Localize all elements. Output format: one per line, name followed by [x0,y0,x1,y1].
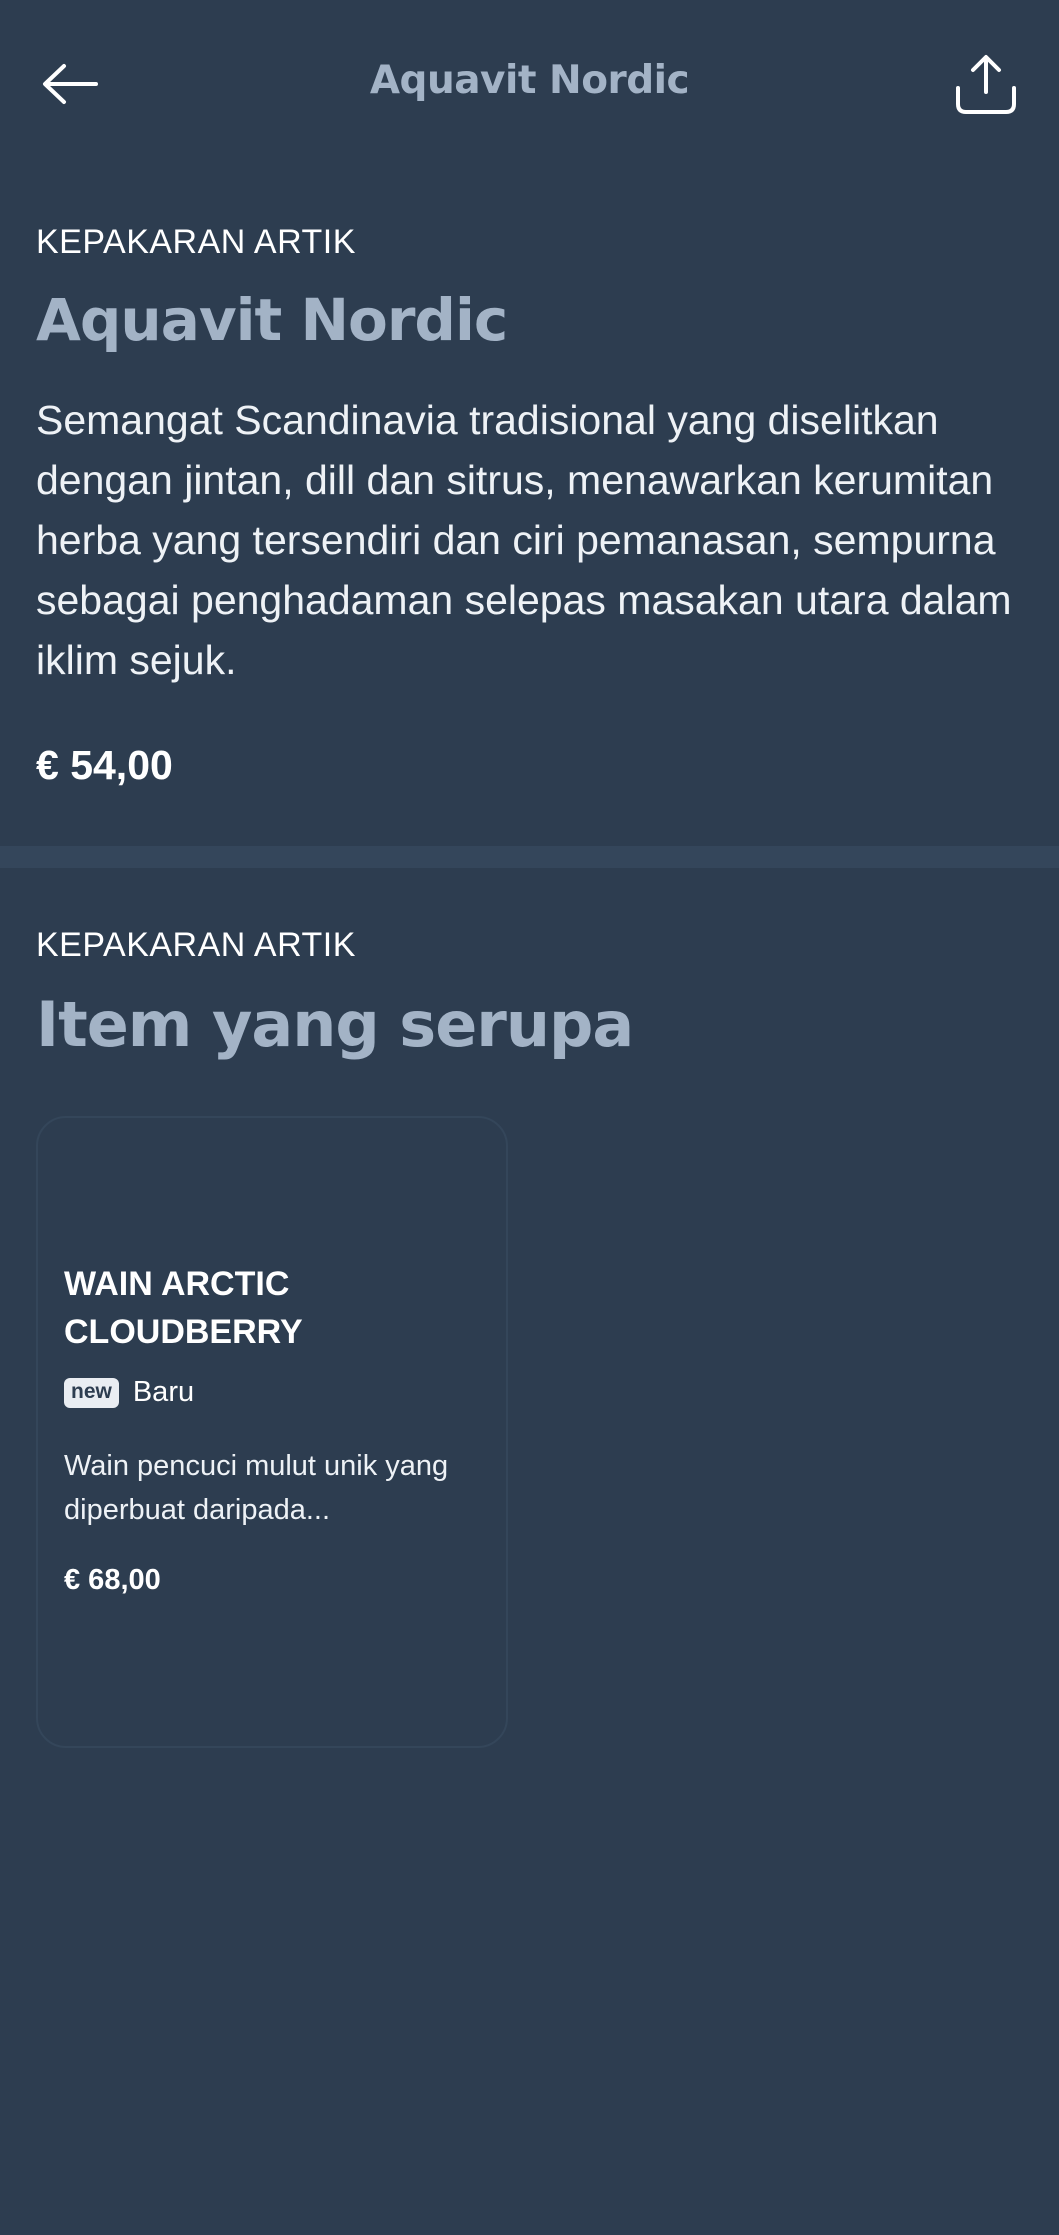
product-description: Semangat Scandinavia tradisional yang di… [36,397,1012,683]
card-item-price: € 68,00 [64,1564,161,1596]
card-item-name: WAIN ARCTIC CLOUDBERRY [64,1265,303,1351]
page-title: Aquavit Nordic [369,58,690,103]
section-divider [0,846,1059,868]
card-item-description: Wain pencuci mulut unik yang diperbuat d… [64,1450,449,1526]
share-button[interactable] [946,44,1026,124]
similar-item-card[interactable]: WAIN ARCTIC CLOUDBERRY new Baru Wain pen… [36,1116,508,1748]
product-price: € 54,00 [36,742,173,788]
similar-category: KEPAKARAN ARTIK [36,926,356,964]
product-detail: KEPAKARAN ARTIK Aquavit Nordic Semangat … [0,168,1059,846]
new-badge-row: new Baru [64,1376,194,1409]
product-name: Aquavit Nordic [36,286,508,354]
share-icon [956,55,1016,114]
similar-heading: Item yang serupa [36,988,634,1061]
new-badge: new [64,1377,119,1408]
new-badge-label: Baru [132,1376,195,1408]
top-bar: Aquavit Nordic [0,0,1059,168]
product-category: KEPAKARAN ARTIK [36,223,356,261]
